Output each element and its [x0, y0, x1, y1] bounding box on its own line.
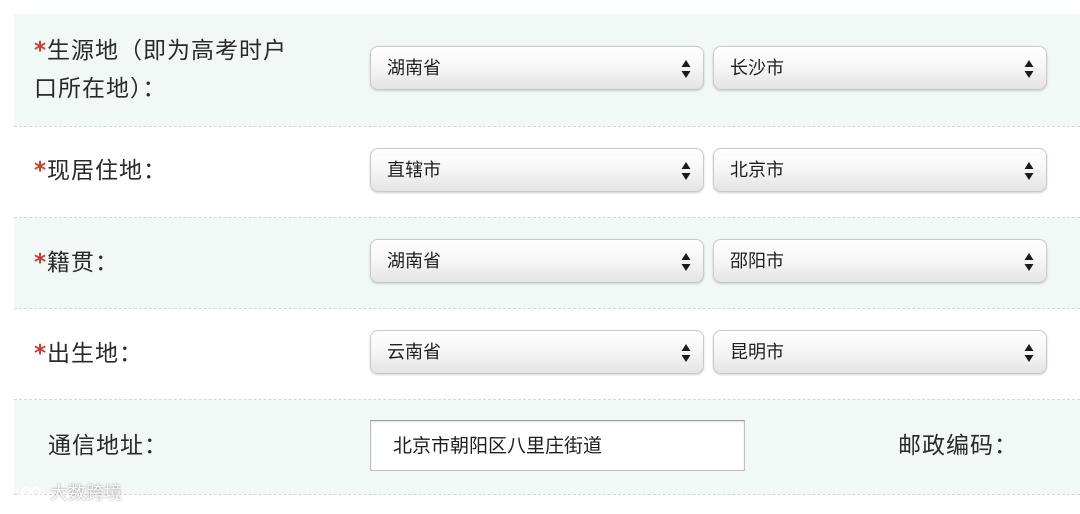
origin-label-line2: 口所在地）： [34, 76, 167, 102]
birthplace-label-text: 出生地： [47, 341, 144, 367]
origin-city-value: 长沙市 [730, 58, 784, 79]
birth-city-value: 昆明市 [730, 342, 784, 363]
birth-province-value: 云南省 [387, 342, 441, 363]
postal-code-label: 邮政编码： [898, 433, 1018, 459]
origin-province-select[interactable]: 湖南省 [370, 46, 704, 90]
select-updown-icon [1024, 253, 1034, 271]
required-asterisk: * [34, 341, 48, 367]
row-divider [14, 494, 1080, 495]
native-city-select[interactable]: 邵阳市 [713, 239, 1047, 283]
select-updown-icon [681, 162, 691, 180]
residence-label: *现居住地： [34, 152, 167, 190]
residence-label-text: 现居住地： [47, 158, 168, 184]
origin-province-value: 湖南省 [387, 58, 441, 79]
mailing-address-input[interactable]: 北京市朝阳区八里庄街道 [370, 420, 745, 471]
birth-city-select[interactable]: 昆明市 [713, 330, 1047, 374]
watermark-logo-icon [7, 486, 41, 501]
residence-city-select[interactable]: 北京市 [713, 148, 1047, 192]
required-asterisk: * [34, 250, 48, 276]
native-place-label: *籍贯： [34, 244, 119, 282]
native-province-select[interactable]: 湖南省 [370, 239, 704, 283]
residence-city-value: 北京市 [730, 160, 784, 181]
address-form: *生源地（即为高考时户 口所在地）： 湖南省 长沙市 *现居住地： 直辖市 北京… [0, 0, 1080, 514]
origin-label-line1: 生源地（即为高考时户 [47, 38, 288, 64]
required-asterisk: * [34, 38, 48, 64]
birthplace-label: *出生地： [34, 335, 143, 373]
origin-city-select[interactable]: 长沙市 [713, 46, 1047, 90]
native-city-value: 邵阳市 [730, 251, 784, 272]
birth-province-select[interactable]: 云南省 [370, 330, 704, 374]
residence-province-value: 直辖市 [387, 160, 441, 181]
native-place-label-text: 籍贯： [47, 250, 120, 276]
row-divider [14, 126, 1080, 127]
select-updown-icon [1024, 344, 1034, 362]
select-updown-icon [1024, 60, 1034, 78]
select-updown-icon [681, 60, 691, 78]
residence-province-select[interactable]: 直辖市 [370, 148, 704, 192]
select-updown-icon [681, 344, 691, 362]
native-province-value: 湖南省 [387, 251, 441, 272]
select-updown-icon [1024, 162, 1034, 180]
watermark-text: 大数跨境 [50, 483, 122, 504]
watermark: 大数跨境 [6, 482, 122, 506]
mailing-address-label: 通信地址： [48, 433, 168, 459]
required-asterisk: * [34, 158, 48, 184]
select-updown-icon [681, 253, 691, 271]
row-divider [14, 308, 1080, 309]
origin-label: *生源地（即为高考时户 口所在地）： [34, 32, 287, 108]
